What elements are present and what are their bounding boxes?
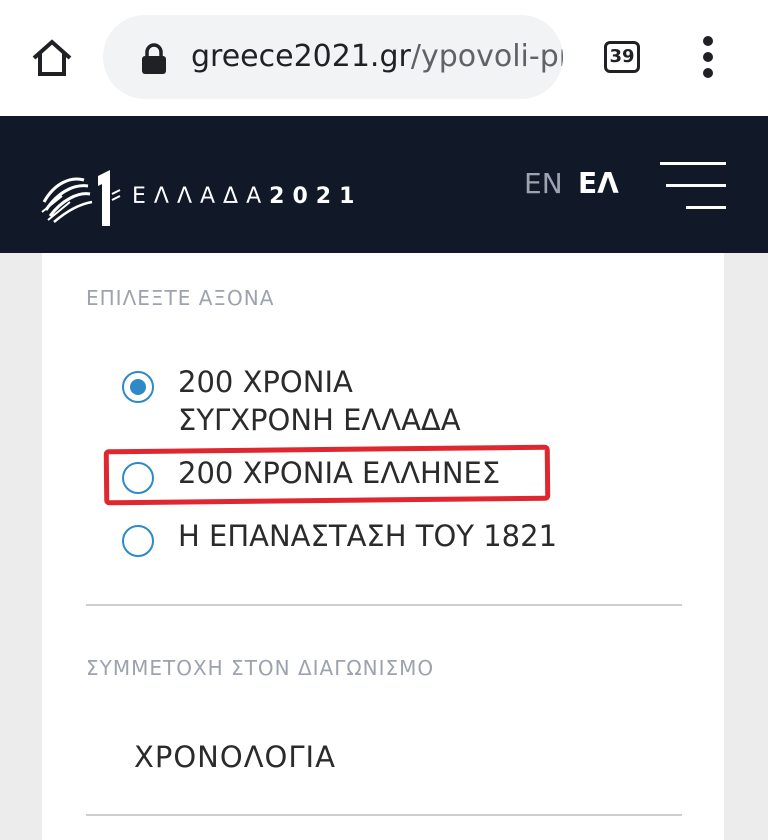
url-text[interactable]: greece2021.gr/ypovoli-pro	[191, 15, 563, 99]
logo-year: 2021	[269, 184, 363, 209]
hamburger-menu-icon[interactable]	[660, 162, 726, 210]
radio-option-line1: 200 ΧΡΟΝΙΑ	[178, 365, 353, 399]
section-divider	[86, 814, 682, 816]
radio-checked-icon[interactable]	[122, 371, 154, 403]
radio-unchecked-icon[interactable]	[122, 525, 154, 557]
url-path: /ypovoli-pro	[410, 39, 563, 74]
radio-option-label[interactable]: Η ΕΠΑΝΑΣΤΑΣΗ ΤΟΥ 1821	[178, 517, 557, 555]
logo-icon[interactable]	[40, 166, 122, 228]
axis-section-label: ΕΠΙΛΕΞΤΕ ΑΞΟΝΑ	[86, 286, 275, 310]
participation-section-label: ΣΥΜΜΕΤΟΧΗ ΣΤΟΝ ΔΙΑΓΩΝΙΣΜΟ	[86, 656, 435, 680]
radio-option-line2: ΣΥΓΧΡΟΝΗ ΕΛΛΑΔΑ	[178, 403, 461, 437]
address-bar[interactable]: greece2021.gr/ypovoli-pro	[103, 15, 563, 99]
section-divider	[86, 604, 682, 606]
radio-option-label[interactable]: 200 ΧΡΟΝΙΑ ΣΥΓΧΡΟΝΗ ΕΛΛΑΔΑ	[178, 363, 461, 439]
tabs-icon[interactable]: 39	[604, 41, 640, 73]
url-domain: greece2021.gr	[191, 39, 411, 74]
more-vert-icon[interactable]	[697, 36, 719, 80]
logo-text[interactable]: ΕΛΛΑΔΑ2021	[132, 184, 362, 209]
highlight-annotation	[103, 444, 551, 506]
browser-toolbar: greece2021.gr/ypovoli-pro 39	[0, 0, 768, 116]
tab-count: 39	[609, 46, 635, 67]
lang-el-link[interactable]: ΕΛ	[578, 168, 619, 200]
home-icon[interactable]	[28, 34, 76, 82]
site-header: ΕΛΛΑΔΑ2021 EN ΕΛ	[0, 116, 768, 253]
lang-en-link[interactable]: EN	[524, 168, 563, 200]
logo-prefix: ΕΛΛΑΔΑ	[132, 184, 270, 209]
participation-value[interactable]: ΧΡΟΝΟΛΟΓΙΑ	[134, 740, 336, 774]
lock-icon	[141, 43, 167, 75]
